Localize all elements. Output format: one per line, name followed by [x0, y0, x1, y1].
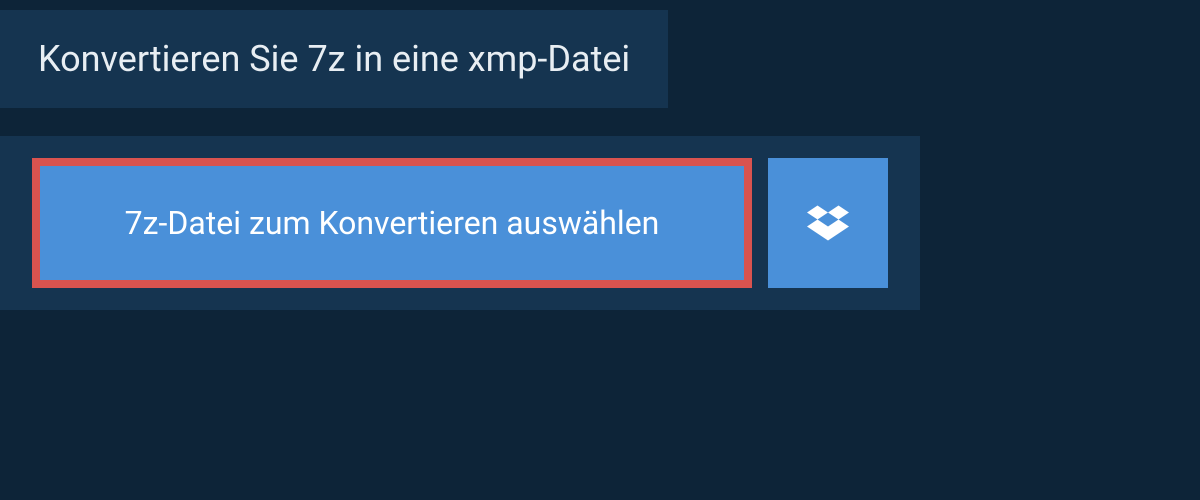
page-title: Konvertieren Sie 7z in eine xmp-Datei	[38, 38, 630, 80]
dropbox-button[interactable]	[768, 158, 888, 288]
header-panel: Konvertieren Sie 7z in eine xmp-Datei	[0, 10, 668, 108]
button-row: 7z-Datei zum Konvertieren auswählen	[32, 158, 888, 288]
select-file-button[interactable]: 7z-Datei zum Konvertieren auswählen	[40, 166, 744, 280]
select-file-highlight: 7z-Datei zum Konvertieren auswählen	[32, 158, 752, 288]
upload-panel: 7z-Datei zum Konvertieren auswählen	[0, 136, 920, 310]
select-file-label: 7z-Datei zum Konvertieren auswählen	[125, 204, 660, 242]
dropbox-icon	[807, 202, 849, 244]
